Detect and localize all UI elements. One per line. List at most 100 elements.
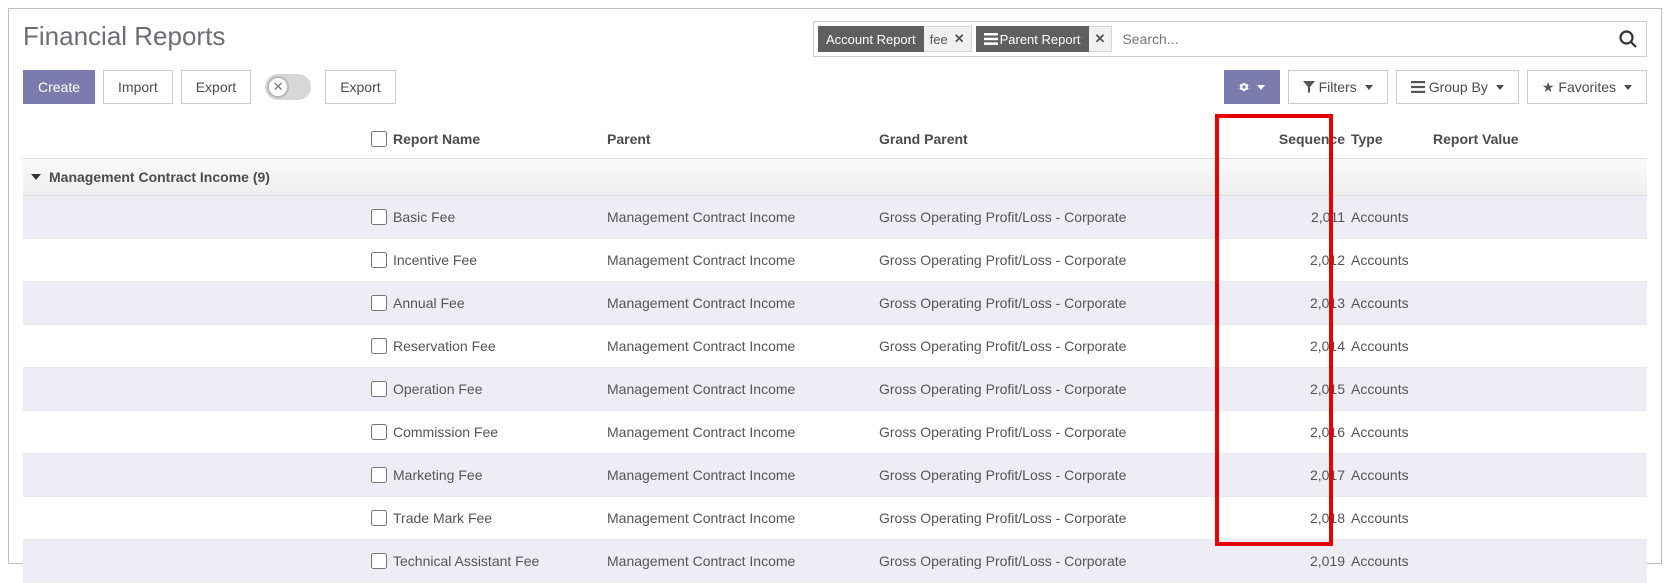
column-parent[interactable]: Parent <box>607 131 879 147</box>
facet-label-text: Parent Report <box>1000 32 1081 47</box>
cell-parent: Management Contract Income <box>607 424 879 440</box>
search-bar[interactable]: Account Report fee ✕ Parent Report ✕ <box>813 21 1647 57</box>
cell-type: Accounts <box>1351 252 1433 268</box>
select-all-checkbox[interactable] <box>371 131 387 147</box>
group-by-button[interactable]: Group By <box>1396 70 1519 104</box>
chevron-down-icon <box>1257 85 1265 90</box>
cell-grand-parent: Gross Operating Profit/Loss - Corporate <box>879 553 1235 569</box>
row-checkbox[interactable] <box>371 553 387 569</box>
cell-grand-parent: Gross Operating Profit/Loss - Corporate <box>879 424 1235 440</box>
row-checkbox[interactable] <box>371 381 387 397</box>
facet-label: Account Report <box>818 26 924 52</box>
import-button[interactable]: Import <box>103 70 173 104</box>
cell-report-name: Basic Fee <box>393 209 607 225</box>
cell-type: Accounts <box>1351 209 1433 225</box>
search-input[interactable] <box>1116 22 1610 56</box>
cell-parent: Management Contract Income <box>607 338 879 354</box>
table-row[interactable]: Annual FeeManagement Contract IncomeGros… <box>23 282 1647 325</box>
table-row[interactable]: Reservation FeeManagement Contract Incom… <box>23 325 1647 368</box>
page-title: Financial Reports <box>23 21 793 52</box>
cell-grand-parent: Gross Operating Profit/Loss - Corporate <box>879 510 1235 526</box>
cell-type: Accounts <box>1351 424 1433 440</box>
settings-menu-button[interactable] <box>1224 70 1280 104</box>
cell-grand-parent: Gross Operating Profit/Loss - Corporate <box>879 467 1235 483</box>
row-checkbox[interactable] <box>371 424 387 440</box>
close-icon[interactable]: ✕ <box>1095 31 1106 47</box>
facet-value-text: fee <box>930 32 948 47</box>
column-sequence[interactable]: Sequence <box>1235 131 1351 147</box>
table-row[interactable]: Basic FeeManagement Contract IncomeGross… <box>23 196 1647 239</box>
cell-type: Accounts <box>1351 510 1433 526</box>
cell-report-name: Trade Mark Fee <box>393 510 607 526</box>
column-report-value[interactable]: Report Value <box>1433 131 1613 147</box>
cell-report-name: Technical Assistant Fee <box>393 553 607 569</box>
column-report-name[interactable]: Report Name <box>393 131 607 147</box>
cell-report-name: Reservation Fee <box>393 338 607 354</box>
funnel-icon <box>1303 81 1315 93</box>
facet-value: ✕ <box>1089 26 1113 52</box>
favorites-label: Favorites <box>1558 79 1616 95</box>
group-header[interactable]: Management Contract Income (9) <box>23 159 1647 196</box>
cell-grand-parent: Gross Operating Profit/Loss - Corporate <box>879 295 1235 311</box>
cell-parent: Management Contract Income <box>607 510 879 526</box>
column-type[interactable]: Type <box>1351 131 1433 147</box>
group-title: Management Contract Income (9) <box>49 169 270 185</box>
cell-parent: Management Contract Income <box>607 553 879 569</box>
table-row[interactable]: Operation FeeManagement Contract IncomeG… <box>23 368 1647 411</box>
cell-parent: Management Contract Income <box>607 252 879 268</box>
cell-type: Accounts <box>1351 467 1433 483</box>
chevron-down-icon <box>1365 85 1373 90</box>
list-icon <box>1411 81 1425 93</box>
toggle-knob: ✕ <box>267 76 289 98</box>
table-row[interactable]: Commission FeeManagement Contract Income… <box>23 411 1647 454</box>
search-facet-account-report[interactable]: Account Report fee ✕ <box>818 26 972 52</box>
cell-sequence: 2,016 <box>1235 424 1351 440</box>
toggle-switch[interactable]: ✕ <box>265 74 311 100</box>
chevron-down-icon <box>1624 85 1632 90</box>
cell-type: Accounts <box>1351 381 1433 397</box>
list-icon <box>984 33 998 45</box>
cell-grand-parent: Gross Operating Profit/Loss - Corporate <box>879 381 1235 397</box>
table-row[interactable]: Trade Mark FeeManagement Contract Income… <box>23 497 1647 540</box>
cell-report-name: Incentive Fee <box>393 252 607 268</box>
search-icon[interactable] <box>1610 29 1646 49</box>
export-button[interactable]: Export <box>181 70 251 104</box>
cell-sequence: 2,019 <box>1235 553 1351 569</box>
cell-type: Accounts <box>1351 553 1433 569</box>
row-checkbox[interactable] <box>371 338 387 354</box>
table-row[interactable]: Marketing FeeManagement Contract IncomeG… <box>23 454 1647 497</box>
row-checkbox[interactable] <box>371 510 387 526</box>
cell-sequence: 2,015 <box>1235 381 1351 397</box>
chevron-down-icon <box>31 174 41 180</box>
cell-sequence: 2,018 <box>1235 510 1351 526</box>
close-icon[interactable]: ✕ <box>954 31 965 47</box>
cell-parent: Management Contract Income <box>607 295 879 311</box>
create-button[interactable]: Create <box>23 70 95 104</box>
favorites-button[interactable]: ★ Favorites <box>1527 70 1647 104</box>
facet-value: fee ✕ <box>924 26 972 52</box>
column-grand-parent[interactable]: Grand Parent <box>879 131 1235 147</box>
cell-parent: Management Contract Income <box>607 209 879 225</box>
star-icon: ★ <box>1542 79 1555 96</box>
row-checkbox[interactable] <box>371 467 387 483</box>
row-checkbox[interactable] <box>371 295 387 311</box>
row-checkbox[interactable] <box>371 252 387 268</box>
cell-report-name: Marketing Fee <box>393 467 607 483</box>
cell-sequence: 2,012 <box>1235 252 1351 268</box>
table-row[interactable]: Technical Assistant FeeManagement Contra… <box>23 540 1647 583</box>
cell-sequence: 2,013 <box>1235 295 1351 311</box>
export-button-2[interactable]: Export <box>325 70 395 104</box>
cell-report-name: Operation Fee <box>393 381 607 397</box>
filters-label: Filters <box>1319 79 1357 95</box>
table-row[interactable]: Incentive FeeManagement Contract IncomeG… <box>23 239 1647 282</box>
cell-parent: Management Contract Income <box>607 467 879 483</box>
cell-sequence: 2,017 <box>1235 467 1351 483</box>
cell-report-name: Commission Fee <box>393 424 607 440</box>
filters-button[interactable]: Filters <box>1288 70 1388 104</box>
cell-report-name: Annual Fee <box>393 295 607 311</box>
search-facet-parent-report[interactable]: Parent Report ✕ <box>976 26 1113 52</box>
row-checkbox[interactable] <box>371 209 387 225</box>
chevron-down-icon <box>1496 85 1504 90</box>
group-by-label: Group By <box>1429 79 1488 95</box>
table-header: Report Name Parent Grand Parent Sequence… <box>23 120 1647 159</box>
